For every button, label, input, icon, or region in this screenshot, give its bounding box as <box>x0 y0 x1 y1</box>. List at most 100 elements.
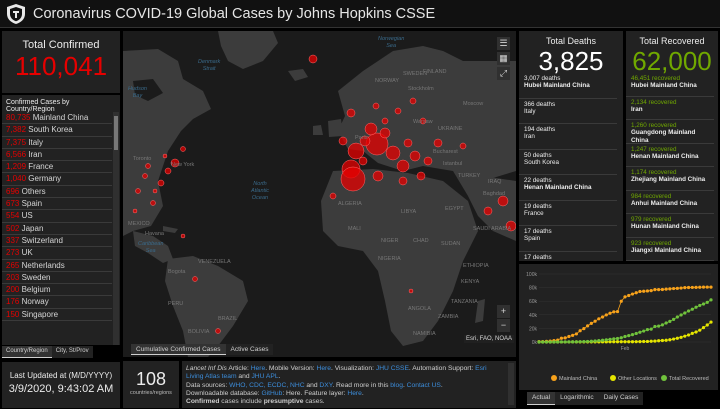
country-case-count: 502 <box>6 223 20 233</box>
article-link[interactable]: Here <box>251 365 266 372</box>
jhu-apl-link[interactable]: JHU APL <box>251 373 278 380</box>
chart-point <box>537 340 541 344</box>
recovered-row[interactable]: 1,260 recovered Guangdong Mainland China <box>626 120 714 144</box>
map-label-baghdad: Baghdad <box>483 191 506 197</box>
chart-legend-marker <box>551 375 557 381</box>
zoom-in-icon[interactable]: + <box>497 305 510 318</box>
info-text: . Mobile Version: <box>265 365 317 372</box>
map-label-north-atlantic: North Atlantic Ocean <box>251 181 270 201</box>
deaths-row[interactable]: 22 deaths Henan Mainland China <box>519 175 617 201</box>
country-row[interactable]: 554 US <box>2 210 112 223</box>
chart-point <box>686 333 691 337</box>
country-case-count: 6,566 <box>6 149 27 159</box>
cases-chart-panel: 0k 20k 40k 60k 80k 100k Feb Mainland China Other… <box>519 264 718 390</box>
country-name: South Korea <box>28 125 73 135</box>
tab-country-region[interactable]: Country/Region <box>2 346 52 358</box>
country-row[interactable]: 176 Norway <box>2 296 112 309</box>
map-label-bolivia: BOLIVIA <box>188 329 210 335</box>
recovered-row[interactable]: 984 recovered Anhui Mainland China <box>626 191 714 214</box>
bookmark-icon[interactable]: ☰ <box>497 37 510 50</box>
recovered-row[interactable]: 979 recovered Hunan Mainland China <box>626 214 714 238</box>
map-label-algeria: ALGERIA <box>338 201 362 207</box>
tab-active-cases[interactable]: Active Cases <box>225 344 274 355</box>
tab-logarithmic[interactable]: Logarithmic <box>555 392 599 405</box>
country-row[interactable]: 150 Singapore <box>2 309 112 322</box>
chart-point <box>582 326 586 331</box>
tab-actual[interactable]: Actual <box>527 392 556 405</box>
chart-point <box>675 336 679 340</box>
deaths-row[interactable]: 19 deaths France <box>519 201 617 226</box>
chart-point <box>690 285 694 290</box>
country-name: Spain <box>21 199 43 209</box>
country-list-scrollbar[interactable] <box>113 112 119 345</box>
tab-city-state[interactable]: City, St/Prov <box>51 346 93 358</box>
country-row[interactable]: 696 Others <box>2 186 112 199</box>
total-confirmed-value: 110,041 <box>14 51 108 81</box>
chart-point <box>701 302 706 306</box>
deaths-row[interactable]: 17 deathsKing County, WA US <box>519 252 617 262</box>
jhu-csse-link[interactable]: JHU CSSE <box>376 365 409 372</box>
country-row[interactable]: 7,382 South Korea <box>2 124 112 137</box>
data-sources-link[interactable]: WHO, CDC, ECDC, NHC <box>229 382 304 389</box>
recovered-count: 984 recovered <box>631 192 672 200</box>
fullscreen-icon[interactable]: ⤢ <box>497 67 510 80</box>
chart-point <box>642 339 646 344</box>
recovered-row[interactable]: 46,451 recovered Hubei Mainland China <box>626 73 714 97</box>
zoom-out-icon[interactable]: − <box>497 319 510 332</box>
deaths-row[interactable]: 3,007 deaths Hubei Mainland China <box>519 73 617 99</box>
recovered-row[interactable]: 2,134 recovered Iran <box>626 97 714 120</box>
country-row[interactable]: 203 Sweden <box>2 272 112 285</box>
deaths-row[interactable]: 194 deaths Iran <box>519 124 617 150</box>
country-row[interactable]: 265 Netherlands <box>2 260 112 272</box>
chart-point <box>623 340 627 344</box>
country-name: Italy <box>28 137 43 147</box>
basemap-icon[interactable]: ▦ <box>497 52 510 65</box>
chart-point <box>675 286 679 290</box>
feature-layer-link[interactable]: Here <box>347 390 362 397</box>
tab-daily-cases[interactable]: Daily Cases <box>598 392 644 405</box>
chart-point <box>709 285 713 289</box>
recovered-row[interactable]: 1,174 recovered Zhejiang Mainland China <box>626 167 714 191</box>
world-map[interactable]: Norwegian Sea Denmark Strait Hudson Bay Nor… <box>123 31 516 357</box>
github-link[interactable]: GitHub <box>261 390 282 397</box>
deaths-count: 19 deaths <box>524 202 552 210</box>
country-row[interactable]: 502 Japan <box>2 223 112 235</box>
country-row[interactable]: 273 UK <box>2 247 112 260</box>
country-row[interactable]: 1,040 Germany <box>2 173 112 186</box>
map-canvas <box>123 31 516 357</box>
chart-y-tick-label: 60k <box>529 299 538 305</box>
map-attribution[interactable]: Esri, FAO, NOAA <box>463 335 514 343</box>
deaths-row[interactable]: 366 deaths Italy <box>519 99 617 124</box>
country-row[interactable]: 337 Switzerland <box>2 235 112 248</box>
country-row[interactable]: 1,209 France <box>2 161 112 174</box>
deaths-row[interactable]: 50 deaths South Korea <box>519 150 617 175</box>
chart-point <box>608 337 612 341</box>
chart-point <box>672 286 676 291</box>
info-scrollbar[interactable] <box>508 363 514 405</box>
contact-link[interactable]: Contact US <box>407 382 441 389</box>
chart-point <box>634 291 638 295</box>
mobile-version-link[interactable]: Here <box>316 365 331 372</box>
country-row[interactable]: 7,375 Italy <box>2 137 112 149</box>
country-row[interactable]: 200 Belgium <box>2 284 112 297</box>
deaths-row[interactable]: 17 deaths Spain <box>519 226 617 252</box>
country-row[interactable]: 673 Spain <box>2 198 112 211</box>
map-label-niger: NIGER <box>381 238 399 244</box>
chart-point <box>649 327 653 331</box>
blog-link[interactable]: blog <box>390 382 403 389</box>
scrollbar-thumb[interactable] <box>114 116 118 150</box>
map-label-caribbean-sea: Caribbean Sea <box>138 241 164 254</box>
tab-cumulative-confirmed[interactable]: Cumulative Confirmed Cases <box>131 344 226 355</box>
chart-point <box>623 295 627 299</box>
country-row[interactable]: 80,735 Mainland China <box>2 112 112 125</box>
map-label-ukraine: UKRAINE <box>438 126 463 132</box>
chart-point <box>679 335 683 339</box>
recovered-count: 979 recovered <box>631 216 672 223</box>
chart-point <box>679 286 683 290</box>
dxy-link[interactable]: DXY <box>319 382 332 389</box>
recovered-row[interactable]: 923 recovered Jiangxi Mainland China <box>626 238 714 261</box>
country-row[interactable]: 6,566 Iran <box>2 149 112 162</box>
recovered-row[interactable]: 1,247 recovered Henan Mainland China <box>626 144 714 167</box>
map-label-angola: ANGOLA <box>408 306 431 312</box>
cases-chart[interactable]: 0k 20k 40k 60k 80k 100k Feb Mainland China Other… <box>519 264 718 390</box>
